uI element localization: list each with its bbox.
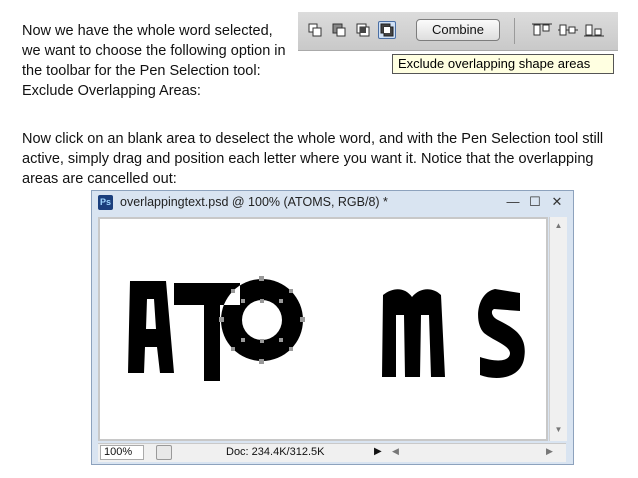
scroll-left-icon[interactable]: ◀ — [392, 446, 399, 457]
add-shape-icon — [308, 23, 322, 37]
letter-s — [478, 289, 525, 378]
add-to-shape-area-button[interactable] — [306, 21, 324, 39]
doc-size-info: Doc: 234.4K/312.5K — [226, 446, 325, 458]
align-middle-icon — [558, 24, 578, 36]
close-button[interactable]: ✕ — [550, 194, 564, 210]
scroll-down-icon[interactable]: ▼ — [550, 425, 567, 434]
scroll-up-icon[interactable]: ▲ — [550, 221, 567, 230]
align-bottom-button[interactable] — [582, 21, 604, 39]
status-menu-arrow-icon[interactable]: ▶ — [374, 446, 382, 457]
align-bottom-icon — [584, 24, 604, 37]
letter-a — [128, 281, 174, 373]
intersect-shape-icon — [356, 23, 370, 37]
instruction-paragraph-2: Now click on an blank area to deselect t… — [22, 131, 604, 187]
exclude-overlapping-shape-areas-button[interactable] — [378, 21, 396, 39]
intersect-shape-areas-button[interactable] — [354, 21, 372, 39]
status-bar: 100% Doc: 234.4K/312.5K ▶ ◀ ▶ — [98, 443, 566, 462]
vertical-scrollbar[interactable]: ▲ ▼ — [549, 217, 567, 441]
subtract-shape-icon — [332, 23, 346, 37]
exclude-overlap-tooltip: Exclude overlapping shape areas — [392, 54, 614, 74]
window-titlebar[interactable]: Ps overlappingtext.psd @ 100% (ATOMS, RG… — [92, 191, 573, 215]
exclude-shape-icon — [380, 23, 394, 37]
status-menu-icon[interactable] — [156, 445, 172, 460]
toolbar-separator — [514, 18, 515, 44]
align-top-icon — [532, 23, 552, 36]
atoms-text-artwork — [128, 276, 525, 381]
maximize-button[interactable]: ☐ — [528, 194, 542, 210]
letter-m — [382, 289, 445, 377]
scroll-right-icon[interactable]: ▶ — [546, 446, 553, 457]
minimize-button[interactable]: — — [506, 194, 520, 209]
zoom-level-field[interactable]: 100% — [100, 445, 144, 460]
subtract-from-shape-area-button[interactable] — [330, 21, 348, 39]
instruction-paragraph-1: Now we have the whole word selected, we … — [22, 23, 286, 99]
document-window: Ps overlappingtext.psd @ 100% (ATOMS, RG… — [91, 190, 574, 465]
document-canvas[interactable] — [100, 219, 546, 439]
combine-button[interactable]: Combine — [416, 19, 500, 41]
pen-tool-options-toolbar: Combine — [298, 12, 618, 51]
photoshop-icon: Ps — [98, 195, 113, 210]
canvas-area[interactable] — [98, 217, 548, 441]
align-top-button[interactable] — [530, 21, 552, 39]
window-title: overlappingtext.psd @ 100% (ATOMS, RGB/8… — [120, 195, 388, 209]
align-vertical-centers-button[interactable] — [556, 21, 578, 39]
